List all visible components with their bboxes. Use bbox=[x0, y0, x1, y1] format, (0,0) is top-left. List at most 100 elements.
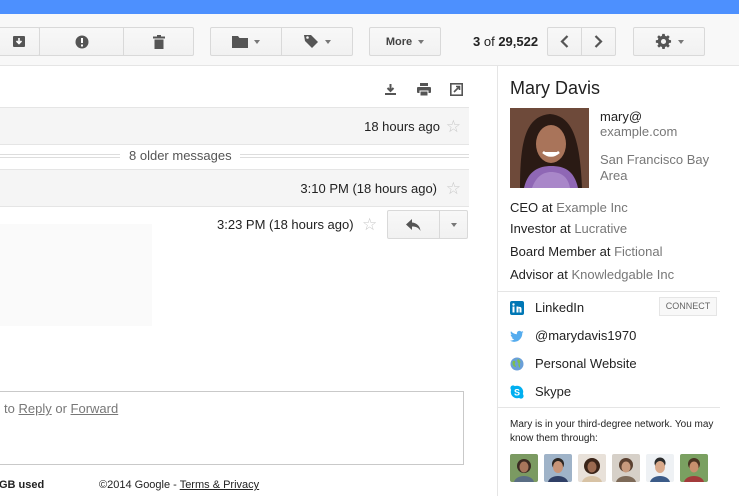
reply-prompt: to Reply or Forward bbox=[4, 401, 118, 416]
social-link-skype[interactable]: S Skype bbox=[510, 384, 571, 399]
toolbar: More 3 of 29,522 bbox=[0, 14, 739, 66]
avatar[interactable] bbox=[680, 454, 708, 482]
more-button[interactable]: More bbox=[369, 27, 441, 56]
role-org[interactable]: Knowledgable Inc bbox=[571, 267, 674, 282]
role-title: Board Member at bbox=[510, 244, 611, 259]
move-to-button[interactable] bbox=[210, 27, 282, 56]
folder-icon bbox=[232, 36, 248, 48]
network-note: Mary is in your third-degree network. Yo… bbox=[510, 419, 714, 444]
social-link-label: Personal Website bbox=[535, 356, 637, 371]
archive-button[interactable] bbox=[0, 27, 40, 56]
social-link-twitter[interactable]: @marydavis1970 bbox=[510, 328, 636, 343]
avatar[interactable] bbox=[612, 454, 640, 482]
chevron-down-icon bbox=[418, 39, 425, 44]
chevron-left-icon bbox=[560, 35, 569, 48]
mutual-connections bbox=[510, 454, 714, 482]
reply-icon[interactable] bbox=[406, 218, 421, 236]
role-org[interactable]: Example Inc bbox=[556, 200, 628, 215]
role-item: CEO at Example Inc bbox=[510, 200, 628, 215]
svg-text:S: S bbox=[514, 387, 520, 397]
pager-count: 3 of 29,522 bbox=[473, 34, 538, 49]
footer-copyright: ©2014 Google - Terms & Privacy bbox=[99, 479, 259, 491]
star-icon[interactable]: ☆ bbox=[446, 118, 461, 135]
settings-button[interactable] bbox=[633, 27, 705, 56]
section-divider bbox=[498, 291, 720, 292]
storage-usage: GB used bbox=[0, 479, 45, 491]
trash-icon bbox=[152, 34, 165, 49]
role-item: Board Member at Fictional bbox=[510, 244, 662, 259]
avatar[interactable] bbox=[510, 454, 538, 482]
social-link-website[interactable]: Personal Website bbox=[510, 356, 637, 371]
role-title: Advisor at bbox=[510, 267, 568, 282]
globe-icon bbox=[510, 357, 524, 370]
message-row[interactable]: 18 hours ago ☆ bbox=[0, 107, 469, 145]
reply-link[interactable]: Reply bbox=[18, 401, 51, 416]
star-icon[interactable]: ☆ bbox=[362, 216, 377, 233]
reply-box[interactable]: to Reply or Forward bbox=[0, 391, 464, 465]
terms-link[interactable]: Terms & Privacy bbox=[180, 479, 259, 491]
forward-link[interactable]: Forward bbox=[71, 401, 119, 416]
chevron-down-icon bbox=[324, 39, 331, 44]
copyright-text: ©2014 Google - bbox=[99, 479, 177, 491]
new-window-icon[interactable] bbox=[450, 83, 463, 101]
linkedin-icon bbox=[510, 300, 524, 315]
contact-sidebar: Mary Davis mary@ example.com San Francis… bbox=[497, 66, 739, 496]
role-item: Investor at Lucrative bbox=[510, 221, 627, 236]
message-thread: 18 hours ago ☆ 8 older messages 3:10 PM … bbox=[0, 66, 497, 496]
delete-button[interactable] bbox=[123, 27, 194, 56]
newer-button[interactable] bbox=[547, 27, 582, 56]
reply-prompt-prefix: to bbox=[4, 401, 15, 416]
message-body bbox=[0, 224, 152, 326]
avatar[interactable] bbox=[646, 454, 674, 482]
pager-of: of bbox=[483, 34, 495, 49]
older-messages-label[interactable]: 8 older messages bbox=[129, 148, 232, 163]
report-spam-button[interactable] bbox=[39, 27, 124, 56]
linkedin-connect-button[interactable]: CONNECT bbox=[659, 297, 717, 316]
or-text: or bbox=[55, 401, 67, 416]
contact-email-domain[interactable]: example.com bbox=[600, 124, 677, 139]
more-label: More bbox=[385, 35, 413, 48]
chevron-down-icon[interactable] bbox=[451, 223, 457, 227]
pager-total: 29,522 bbox=[498, 34, 539, 49]
message-time: 18 hours ago bbox=[364, 119, 440, 134]
divider-line bbox=[0, 154, 120, 158]
role-title: CEO at bbox=[510, 200, 553, 215]
message-row[interactable]: 3:10 PM (18 hours ago) ☆ bbox=[0, 169, 469, 207]
role-title: Investor at bbox=[510, 221, 571, 236]
report-spam-icon bbox=[75, 35, 88, 48]
contact-photo bbox=[510, 108, 589, 188]
top-bar bbox=[0, 0, 739, 14]
avatar[interactable] bbox=[544, 454, 572, 482]
social-link-linkedin[interactable]: LinkedIn bbox=[510, 300, 584, 315]
section-divider bbox=[498, 407, 720, 408]
chevron-right-icon bbox=[594, 35, 603, 48]
role-org[interactable]: Fictional bbox=[614, 244, 662, 259]
contact-email-user[interactable]: mary@ bbox=[600, 109, 642, 124]
contact-location: San Francisco Bay Area bbox=[600, 152, 710, 183]
gear-icon bbox=[655, 33, 671, 49]
role-item: Advisor at Knowledgable Inc bbox=[510, 267, 674, 282]
social-link-label: Skype bbox=[535, 384, 572, 399]
print-icon[interactable] bbox=[417, 83, 431, 101]
message-time: 3:23 PM (18 hours ago) bbox=[217, 217, 354, 232]
twitter-icon bbox=[510, 330, 524, 342]
social-link-label: @marydavis1970 bbox=[535, 328, 637, 343]
contact-name: Mary Davis bbox=[510, 78, 601, 98]
divider-line bbox=[240, 154, 469, 158]
label-icon bbox=[303, 35, 318, 48]
chevron-down-icon bbox=[254, 39, 260, 44]
older-button[interactable] bbox=[581, 27, 616, 56]
archive-icon bbox=[13, 36, 25, 47]
labels-button[interactable] bbox=[281, 27, 353, 56]
skype-icon: S bbox=[510, 384, 524, 399]
older-messages-divider[interactable]: 8 older messages bbox=[0, 148, 469, 164]
reply-button-group[interactable] bbox=[387, 210, 468, 239]
message-time: 3:10 PM (18 hours ago) bbox=[300, 181, 437, 196]
pager-current: 3 bbox=[473, 34, 481, 49]
button-separator bbox=[439, 211, 440, 238]
download-icon[interactable] bbox=[384, 83, 397, 101]
star-icon[interactable]: ☆ bbox=[446, 180, 461, 197]
role-org[interactable]: Lucrative bbox=[574, 221, 627, 236]
chevron-down-icon bbox=[677, 39, 684, 44]
avatar[interactable] bbox=[578, 454, 606, 482]
